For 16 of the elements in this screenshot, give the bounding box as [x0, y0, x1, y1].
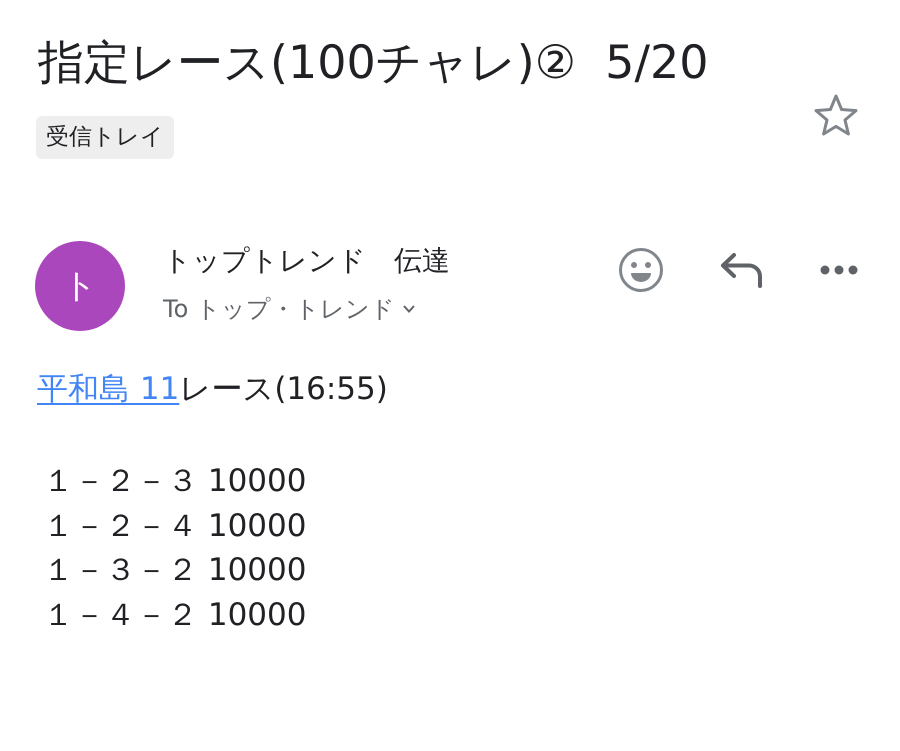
sender-name: トップトレンド 伝達 — [163, 243, 450, 279]
bet-line: １－２－４ 10000 — [43, 506, 308, 546]
bet-line: １－２－３ 10000 — [43, 462, 308, 501]
race-heading: 平和島 11 レース(16:55) — [37, 370, 389, 409]
race-link[interactable]: 平和島 11 — [37, 371, 180, 407]
reply-icon[interactable] — [720, 252, 764, 288]
bet-line: １－４－２ 10000 — [43, 596, 308, 634]
chevron-down-icon — [402, 305, 415, 313]
smiley-icon[interactable] — [618, 247, 664, 293]
avatar-circle: ト — [35, 241, 125, 331]
bet-line: １－３－２ 10000 — [43, 551, 308, 590]
more-icon[interactable] — [820, 265, 858, 275]
star-icon[interactable] — [814, 94, 858, 136]
email-subject: 指定レース(100チャレ)② 5/20 — [38, 34, 710, 91]
recipients-toggle[interactable]: To トップ・トレンド — [163, 294, 450, 324]
inbox-label: 受信トレイ — [36, 116, 174, 159]
